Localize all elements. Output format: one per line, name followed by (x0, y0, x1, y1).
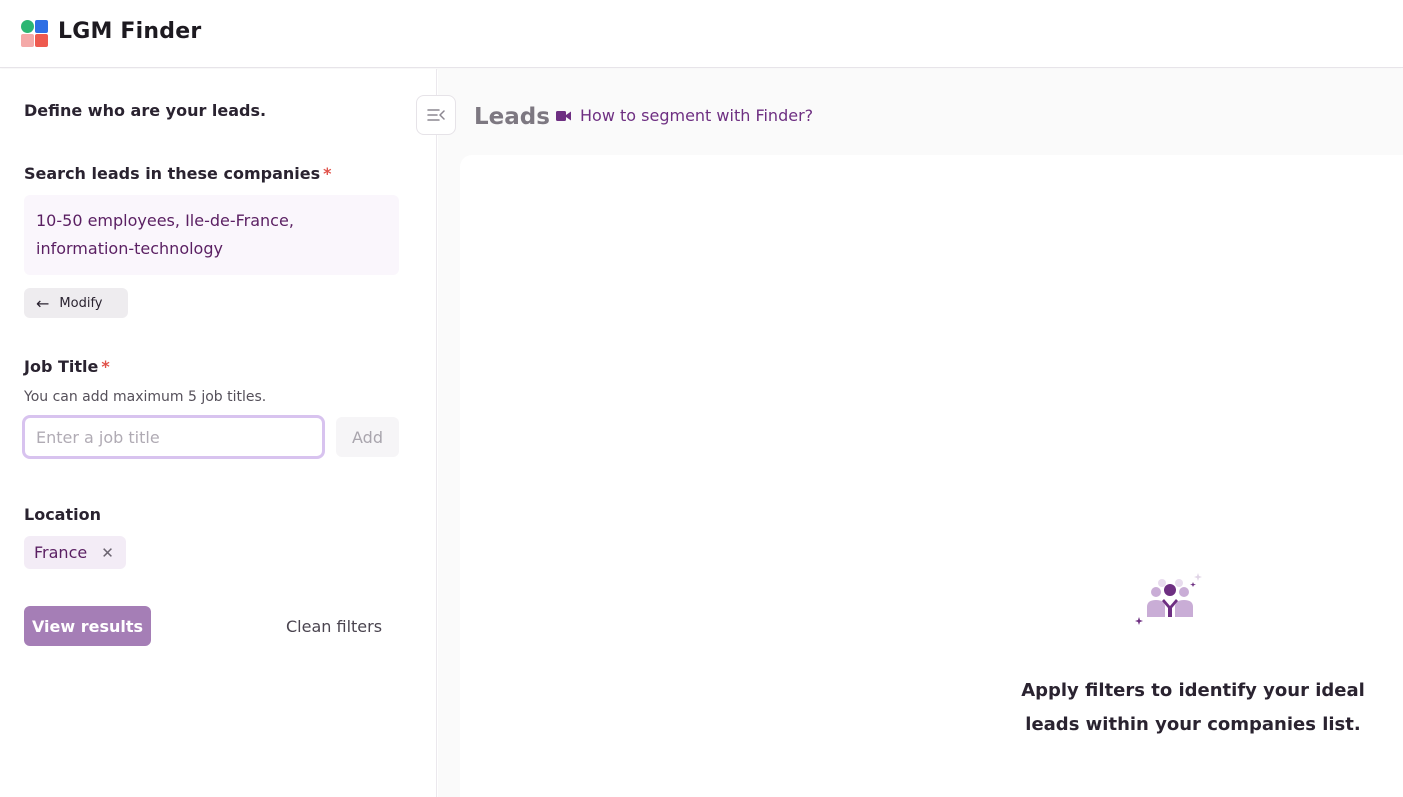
required-mark: * (101, 357, 110, 376)
job-title-label: Job Title * (24, 357, 110, 376)
location-label: Location (24, 505, 101, 524)
leads-main: Leads How to segment with Finder? Apply … (438, 69, 1403, 797)
job-title-input[interactable] (22, 415, 325, 459)
add-job-title-button[interactable]: Add (336, 417, 399, 457)
collapse-sidebar-icon (427, 109, 445, 121)
brand-name[interactable]: LGM Finder (58, 19, 201, 44)
lgm-logo-icon[interactable] (21, 20, 48, 47)
filters-sidebar: Define who are your leads. Search leads … (0, 69, 437, 797)
top-bar: LGM Finder (0, 0, 1403, 68)
empty-state-message: Apply filters to identify your ideal lea… (1021, 680, 1365, 735)
companies-summary: 10-50 employees, Ile-de-France, informat… (24, 195, 399, 275)
arrow-left-icon: ← (36, 293, 50, 313)
video-camera-icon (556, 110, 572, 122)
modify-button[interactable]: ← Modify (24, 288, 128, 318)
location-chip: France ✕ (24, 536, 126, 569)
people-group-icon (1135, 573, 1202, 625)
required-mark: * (323, 164, 332, 183)
results-panel: Apply filters to identify your ideal lea… (460, 155, 1403, 797)
close-icon[interactable]: ✕ (101, 544, 114, 562)
companies-label: Search leads in these companies * (24, 164, 332, 183)
location-chip-label: France (34, 543, 88, 562)
how-to-segment-link[interactable]: How to segment with Finder? (556, 106, 813, 125)
view-results-button[interactable]: View results (24, 606, 151, 646)
clean-filters-button[interactable]: Clean filters (276, 606, 392, 646)
collapse-sidebar-button[interactable] (416, 95, 456, 135)
sidebar-title: Define who are your leads. (24, 101, 267, 120)
page-title: Leads (474, 104, 550, 130)
job-title-helper: You can add maximum 5 job titles. (24, 389, 267, 405)
